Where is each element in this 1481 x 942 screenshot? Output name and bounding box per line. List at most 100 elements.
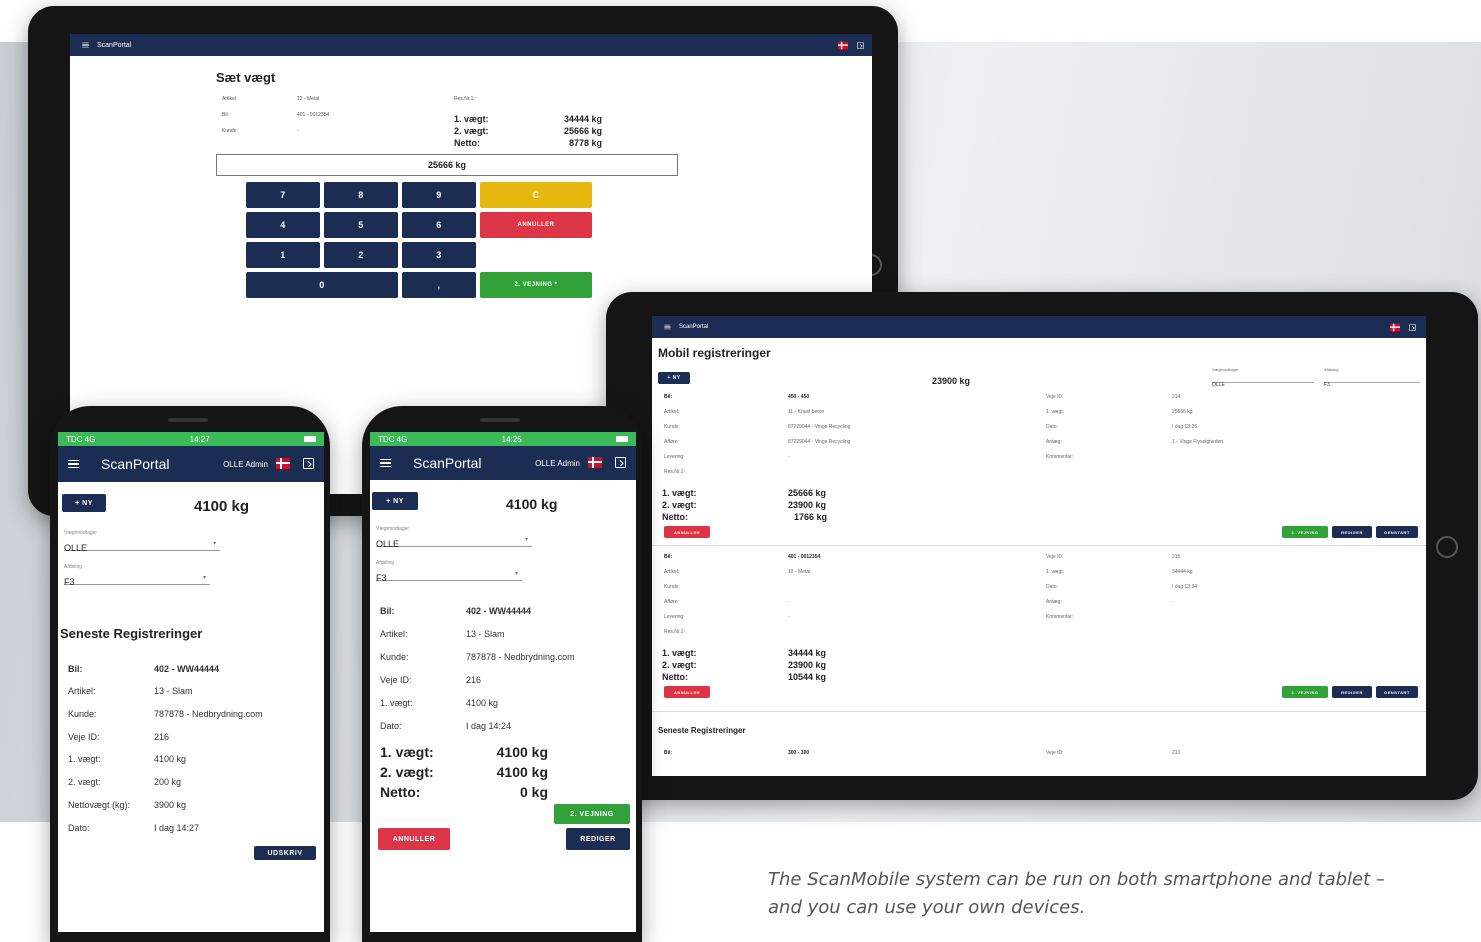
record-card: Bil: Artikel: Kunde: Afføre: Levering: R… [652,390,1426,546]
key-5[interactable]: 5 [324,212,398,238]
weight-value: 34444 kg [563,114,602,124]
new-button[interactable]: + NY [62,494,106,512]
weight-value: 34444 kg [788,648,827,658]
cancel-button[interactable]: ANNULLER [664,686,710,698]
menu-icon[interactable] [664,324,671,330]
key-4[interactable]: 4 [246,212,320,238]
clear-button[interactable]: C [480,182,592,208]
current-weight: 23900 kg [932,376,971,386]
logout-icon[interactable] [1409,324,1416,331]
row-value: I dag 13:26 [1172,424,1198,430]
row-label: Kunde: [664,424,680,430]
edit-button[interactable]: REDIGER [1332,526,1372,538]
select-value: F3 [1324,382,1330,388]
battery-icon [304,436,316,442]
key-8[interactable]: 8 [324,182,398,208]
row-label: Kunde: [664,584,680,590]
weight-label: 1. vægt: [454,114,489,124]
department-select[interactable]: F3 ▾ [376,568,522,583]
key-comma[interactable]: , [402,272,476,298]
key-0[interactable]: 0 [246,272,398,298]
row-label: Veje ID: [68,732,100,742]
phone-speaker [480,418,520,422]
row-label: Kommentar: [1046,614,1074,620]
weight-label: Netto: [380,784,421,800]
edit-button[interactable]: REDIGER [566,828,630,850]
row-value: 450 - 450 [788,394,810,400]
field-label: Kunde: [222,128,238,134]
department-select[interactable]: F3 ▾ [64,572,210,587]
cancel-button[interactable]: ANNULLER [378,828,450,850]
tablet-list-screen: ScanPortal Mobil registreringer + NY 239… [652,316,1426,776]
chevron-down-icon: ▾ [202,575,206,581]
second-weighing-button[interactable]: 2. VEJNING [1282,686,1328,698]
danish-flag-icon[interactable] [276,458,290,469]
key-2[interactable]: 2 [324,242,398,268]
key-3[interactable]: 3 [402,242,476,268]
new-button[interactable]: + NY [372,492,418,510]
key-7[interactable]: 7 [246,182,320,208]
restart-button[interactable]: GENSTART [1376,526,1418,538]
department-select[interactable]: F3 [1324,373,1420,388]
row-label: Veje ID: [1046,554,1064,560]
row-value: 213 [1172,750,1181,756]
app-bar: ScanPortal OLLE Admin [58,446,324,482]
edit-button[interactable]: REDIGER [1332,686,1372,698]
weight-label: Netto: [454,138,480,148]
second-weighing-button[interactable]: 2. VEJNING * [480,272,592,298]
second-weighing-button[interactable]: 2. VEJNING [1282,526,1328,538]
logout-icon[interactable] [615,457,626,468]
cancel-button[interactable]: ANNULLER [480,212,592,238]
row-value: I dag 14:24 [466,721,512,731]
app-title: ScanPortal [101,456,170,472]
select-value: OLLE [376,539,400,549]
row-value: 300 - 300 [788,750,810,756]
print-button[interactable]: UDSKRIV [254,846,316,860]
row-label: Dato: [1046,584,1058,590]
tablet-home-button[interactable] [1436,536,1458,558]
receiver-select[interactable]: OLLE ▾ [376,534,532,549]
field-label: Afdeling [64,564,83,570]
row-value: I dag 14:27 [154,823,200,833]
key-9[interactable]: 9 [402,182,476,208]
key-6[interactable]: 6 [402,212,476,238]
field-value: - [297,128,299,134]
restart-button[interactable]: GENSTART [1376,686,1418,698]
row-value: 402 - WW44444 [154,664,220,674]
caption-line: and you can use your own devices. [768,897,1086,918]
cancel-button[interactable]: ANNULLER [664,526,710,538]
key-1[interactable]: 1 [246,242,320,268]
receiver-select[interactable]: OLLE [1212,373,1314,388]
weight-value: 8778 kg [568,138,602,148]
row-value: 87229044 - Vinge Recycling [788,439,851,445]
new-button[interactable]: + NY [658,372,690,384]
field-value: 401 - 0012354 [297,112,330,118]
danish-flag-icon[interactable] [1390,323,1400,332]
weight-display-input[interactable]: 25666 kg [216,154,678,176]
menu-icon[interactable] [82,42,89,48]
danish-flag-icon[interactable] [588,457,602,468]
row-value: 12 - Metal [788,569,811,575]
row-label: Bil: [664,750,673,756]
row-label: Bil: [380,606,395,616]
row-label: 1. vægt: [68,754,101,764]
logout-icon[interactable] [857,42,864,49]
select-value: F3 [376,573,387,583]
weight-value: 23900 kg [788,500,827,510]
row-label: Levering: [664,614,685,620]
row-label: Levering: [664,454,685,460]
danish-flag-icon[interactable] [838,41,848,50]
battery-icon [616,436,628,442]
logout-icon[interactable] [303,458,314,469]
row-value: - [1172,599,1174,605]
caption: The ScanMobile system can be run on both… [768,866,1408,922]
weight-value: 23900 kg [788,660,827,670]
second-weighing-button[interactable]: 2. VEJNING [554,804,630,824]
chevron-down-icon: ▾ [514,571,518,577]
select-value: OLLE [1212,382,1225,388]
receiver-select[interactable]: OLLE ▾ [64,538,220,553]
menu-icon[interactable] [380,459,391,467]
row-label: Nettovægt (kg): [68,800,131,810]
app-title: ScanPortal [679,324,709,330]
menu-icon[interactable] [68,460,79,468]
